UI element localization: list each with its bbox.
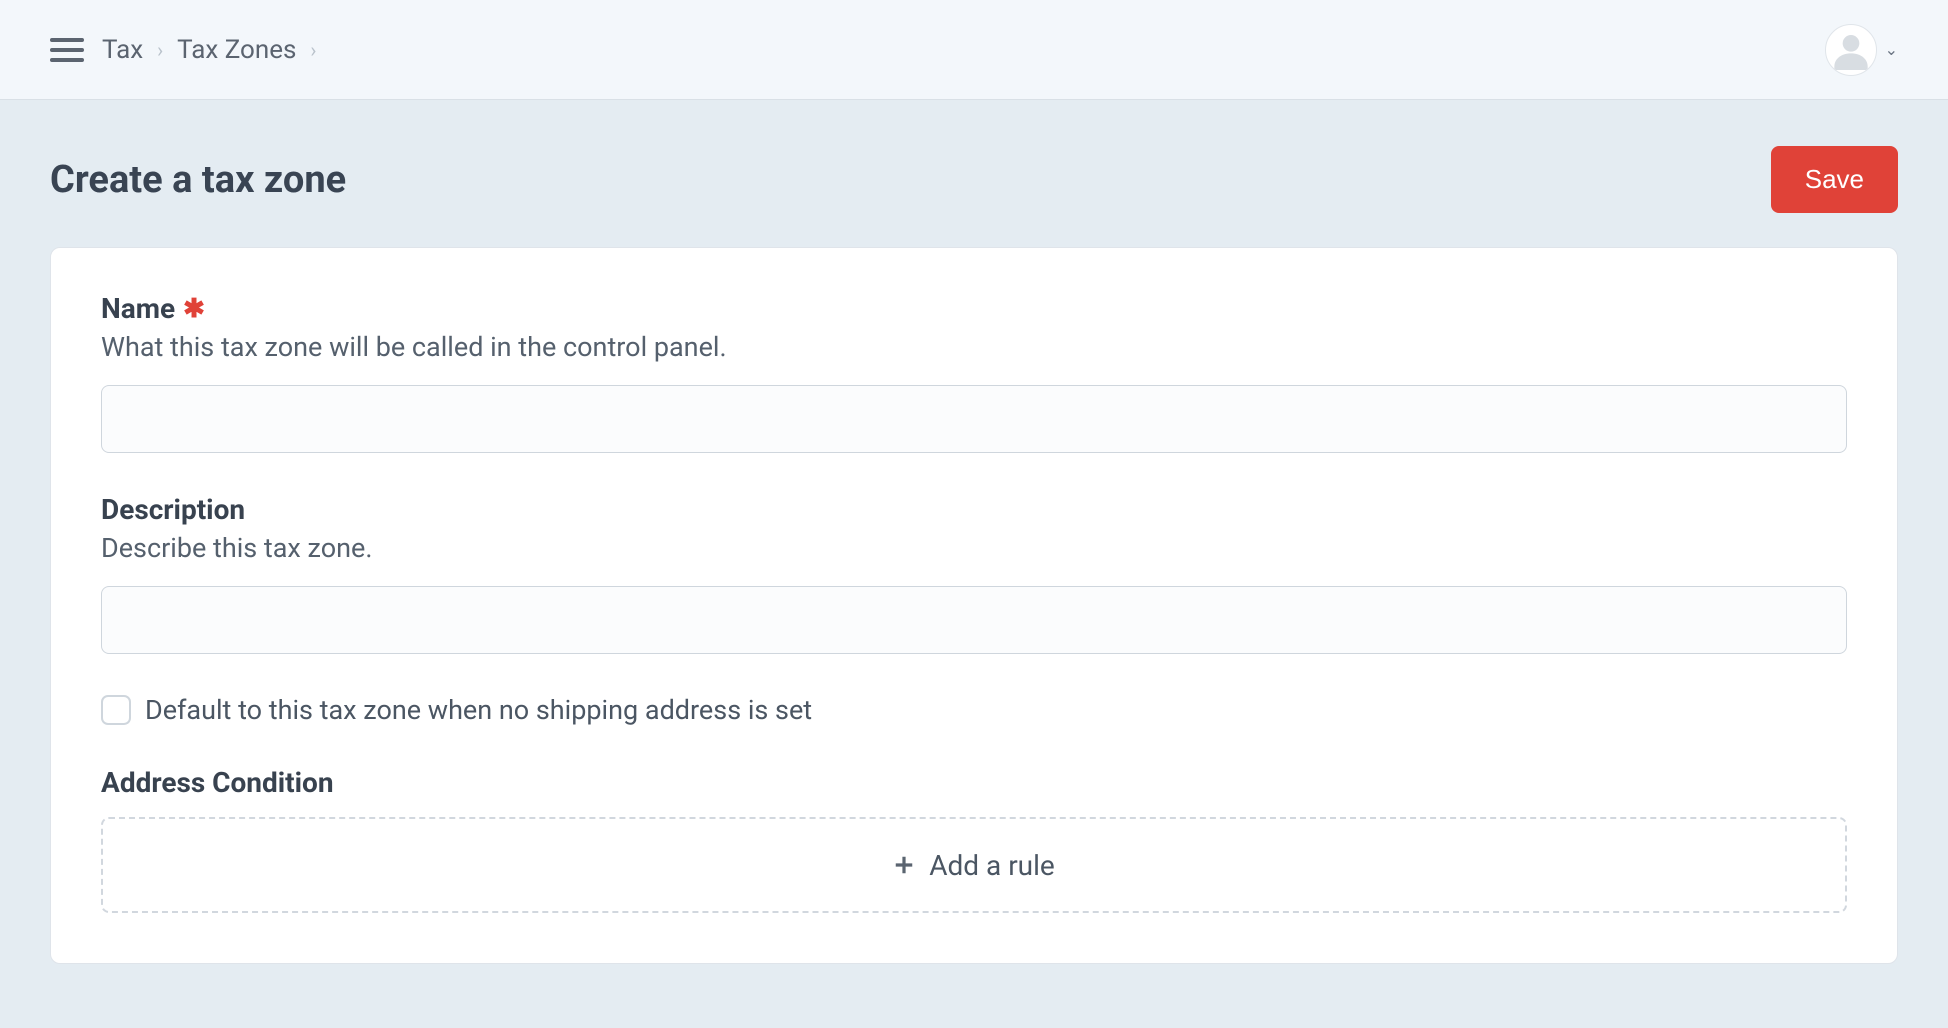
description-help-text: Describe this tax zone. xyxy=(101,532,1847,564)
page-title: Create a tax zone xyxy=(50,158,346,202)
save-button[interactable]: Save xyxy=(1771,146,1898,213)
name-label-text: Name xyxy=(101,292,175,325)
form-card: Name ✱ What this tax zone will be called… xyxy=(50,247,1898,964)
topbar-left: Tax › Tax Zones › xyxy=(50,35,316,65)
default-checkbox-row[interactable]: Default to this tax zone when no shippin… xyxy=(101,694,1847,726)
address-condition-label: Address Condition xyxy=(101,766,1847,799)
field-address-condition: Address Condition Add a rule xyxy=(101,766,1847,913)
breadcrumb: Tax › Tax Zones › xyxy=(102,35,316,65)
default-checkbox[interactable] xyxy=(101,695,131,725)
hamburger-menu-icon[interactable] xyxy=(50,36,84,64)
plus-icon xyxy=(893,854,915,876)
required-star-icon: ✱ xyxy=(183,296,205,322)
add-rule-button[interactable]: Add a rule xyxy=(101,817,1847,913)
topbar: Tax › Tax Zones › ⌄ xyxy=(0,0,1948,100)
field-name: Name ✱ What this tax zone will be called… xyxy=(101,292,1847,453)
description-label-text: Description xyxy=(101,493,245,526)
description-input[interactable] xyxy=(101,586,1847,654)
breadcrumb-item-tax[interactable]: Tax xyxy=(102,35,143,65)
chevron-right-icon: › xyxy=(157,38,163,62)
chevron-down-icon: ⌄ xyxy=(1885,40,1898,59)
avatar xyxy=(1825,24,1877,76)
default-checkbox-label: Default to this tax zone when no shippin… xyxy=(145,694,812,726)
breadcrumb-item-tax-zones[interactable]: Tax Zones xyxy=(177,35,296,65)
field-label-description: Description xyxy=(101,493,1847,526)
page-header: Create a tax zone Save xyxy=(0,100,1948,247)
user-menu[interactable]: ⌄ xyxy=(1825,24,1898,76)
add-rule-label: Add a rule xyxy=(929,849,1055,882)
field-label-name: Name ✱ xyxy=(101,292,1847,325)
name-help-text: What this tax zone will be called in the… xyxy=(101,331,1847,363)
chevron-right-icon: › xyxy=(310,38,316,62)
name-input[interactable] xyxy=(101,385,1847,453)
field-description: Description Describe this tax zone. xyxy=(101,493,1847,654)
